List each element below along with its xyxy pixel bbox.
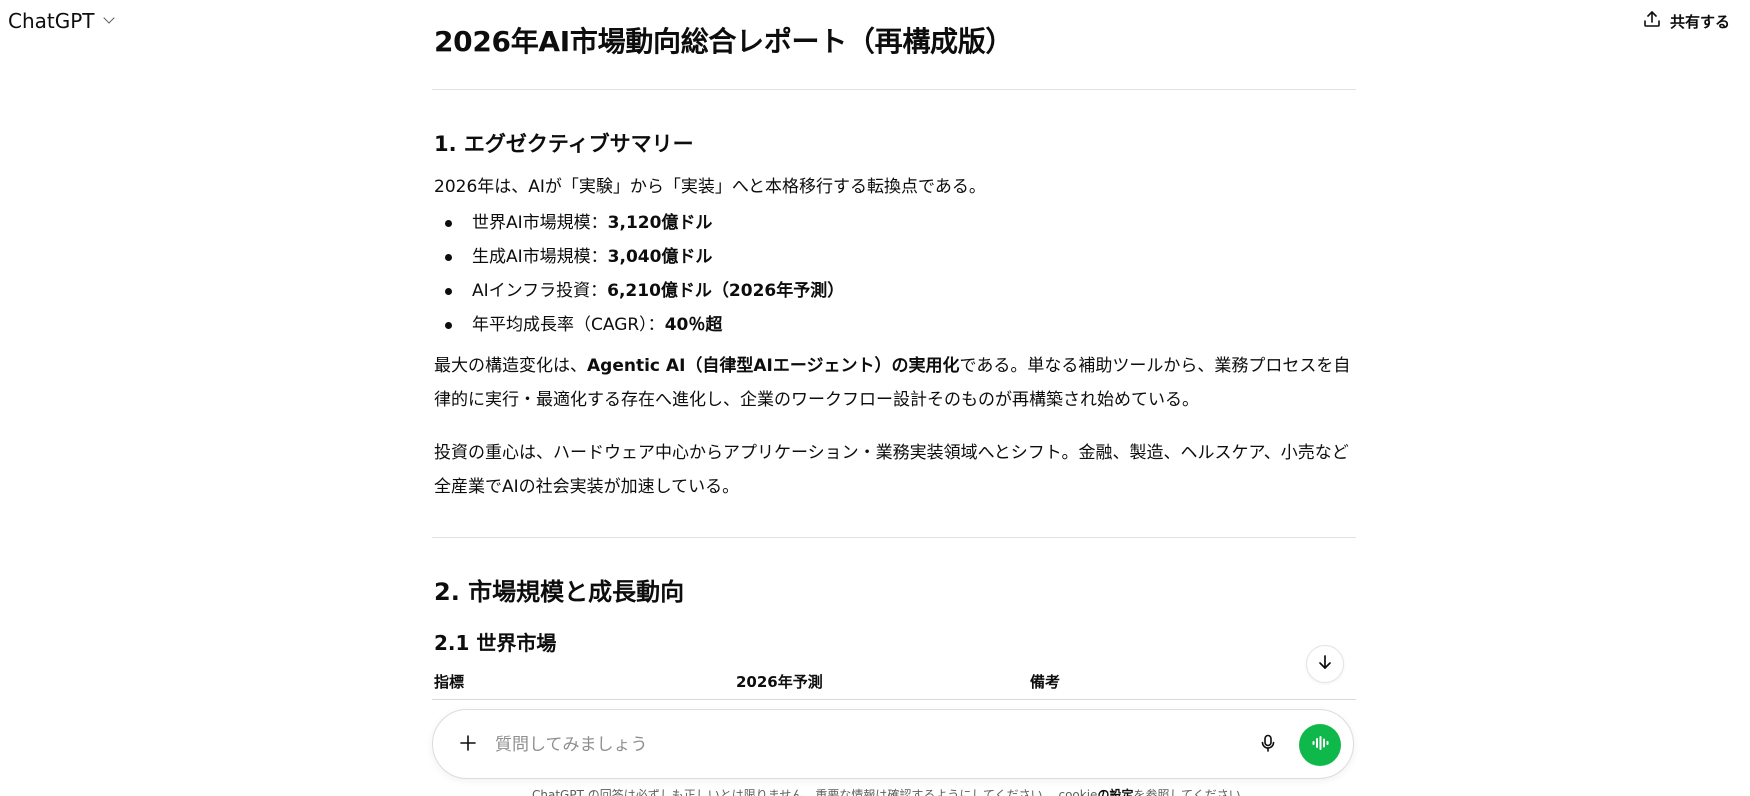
share-button[interactable]: 共有する	[1642, 9, 1730, 33]
scroll-to-bottom-button[interactable]	[1306, 645, 1344, 683]
section-heading-summary: 1. エグゼクティブサマリー	[434, 132, 694, 156]
model-selector[interactable]: ChatGPT	[8, 9, 115, 33]
dictate-button[interactable]	[1253, 730, 1283, 760]
metric-value: 3,040億ドル	[607, 247, 713, 267]
metric-value: 6,210億ドル（2026年予測）	[607, 281, 845, 301]
arrow-down-icon	[1316, 653, 1334, 675]
table-header-cell: 指標	[434, 673, 465, 691]
divider	[432, 537, 1356, 538]
share-icon	[1642, 9, 1662, 33]
table-header-divider	[432, 699, 1356, 700]
list-item: 年平均成長率（CAGR）：40％超	[434, 308, 844, 342]
metric-value: 40％超	[664, 315, 723, 335]
model-label: ChatGPT	[8, 9, 95, 33]
intro-text: 2026年は、AIが「実験」から「実装」へと本格移行する転換点である。	[434, 177, 986, 197]
paragraph-structural-change: 最大の構造変化は、Agentic AI（自律型AIエージェント）の実用化である。…	[434, 356, 1351, 410]
table-header-cell: 備考	[1030, 673, 1061, 691]
list-item: 世界AI市場規模：3,120億ドル	[434, 206, 844, 240]
list-item: AIインフラ投資：6,210億ドル（2026年予測）	[434, 274, 844, 308]
metric-value: 3,120億ドル	[607, 213, 713, 233]
document-title: 2026年AI市場動向総合レポート（再構成版）	[434, 25, 1014, 58]
prompt-composer	[432, 709, 1354, 779]
add-attachment-button[interactable]	[453, 730, 483, 760]
microphone-icon	[1258, 733, 1278, 757]
prompt-input[interactable]	[495, 728, 1195, 762]
paragraph-investment: 投資の重心は、ハードウェア中心からアプリケーション・業務実装領域へとシフト。金融…	[434, 443, 1349, 497]
key-metrics-list: 世界AI市場規模：3,120億ドル 生成AI市場規模：3,040億ドル AIイン…	[434, 206, 844, 342]
plus-icon	[458, 733, 478, 757]
voice-mode-button[interactable]	[1299, 724, 1341, 766]
voice-mode-icon	[1310, 733, 1330, 757]
divider	[432, 89, 1356, 90]
share-label: 共有する	[1669, 12, 1730, 31]
disclaimer: ChatGPT の回答は必ずしも正しいとは限りません。重要な情報は確認するように…	[532, 786, 1253, 796]
subsection-heading-global: 2.1 世界市場	[434, 631, 557, 655]
cookie-settings-link[interactable]: の設定	[1097, 788, 1133, 796]
chevron-down-icon	[102, 12, 115, 24]
table-header-cell: 2026年予測	[736, 673, 823, 691]
list-item: 生成AI市場規模：3,040億ドル	[434, 240, 844, 274]
section-heading-market: 2. 市場規模と成長動向	[434, 578, 685, 606]
